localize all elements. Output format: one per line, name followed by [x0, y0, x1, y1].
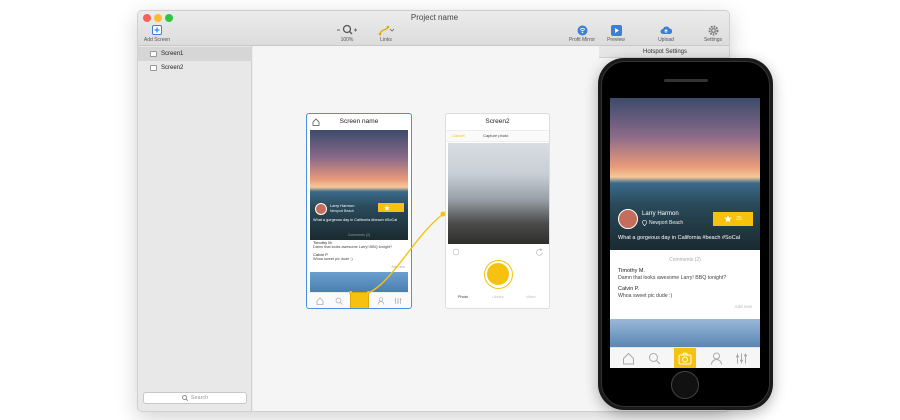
upload-label: Upload — [658, 37, 674, 43]
title-bar: Project name Add Screen 100% Links Profi… — [138, 11, 729, 46]
window-title: Project name — [410, 13, 459, 22]
upload-icon — [660, 26, 672, 34]
phone-next-photo — [610, 319, 760, 347]
screen-thumbnail-icon — [150, 51, 157, 57]
phone-comment-text: Damn that looks awesome Larry! BBQ tonig… — [618, 275, 727, 281]
screen2-artboard[interactable]: Screen2 Cancel Capture photo Photo Libra… — [445, 113, 550, 309]
tab-video[interactable]: Video — [526, 295, 536, 299]
phone-caption: What a gorgeous day in California #beach… — [618, 235, 740, 241]
hotspot-settings-header: Hotspot Settings — [599, 46, 729, 58]
screen1-title: Screen name — [339, 118, 379, 125]
preview-label: Preview — [607, 37, 625, 43]
preview-button[interactable]: Preview — [604, 24, 628, 43]
profit-mirror-label: Profit Mirror — [568, 37, 596, 43]
gear-icon — [708, 25, 718, 35]
capture-title: Capture photo — [483, 133, 509, 138]
settings-label: Settings — [703, 37, 723, 43]
speaker-grille — [664, 79, 708, 82]
zoom-control[interactable]: 100% — [334, 24, 360, 43]
link-connector[interactable] — [300, 200, 460, 310]
add-screen-icon — [152, 25, 162, 35]
phone-add-new-link[interactable]: Add new — [734, 304, 752, 309]
phone-comments-header: Comments (2) — [669, 257, 701, 263]
camera-tab[interactable] — [674, 348, 696, 368]
zoom-icon — [337, 24, 357, 35]
camera-icon — [678, 352, 692, 365]
rotate-icon[interactable] — [535, 248, 544, 257]
profit-mirror-button[interactable]: Profit Mirror — [565, 24, 599, 43]
add-screen-button[interactable]: Add Screen — [142, 24, 172, 43]
phone-screen: Larry Harmon Newport Beach 25 What a gor… — [610, 98, 760, 368]
sidebar-item-label: Screen1 — [161, 51, 184, 57]
home-button[interactable] — [671, 371, 699, 399]
phone-comment-text: Whoa sweet pic dude :) — [618, 293, 673, 299]
links-label: Links — [380, 37, 392, 43]
tab-photo[interactable]: Photo — [458, 295, 468, 299]
filters-tab-icon[interactable] — [735, 352, 748, 365]
search-placeholder: Search — [190, 395, 209, 401]
play-icon — [610, 24, 622, 36]
shutter-button[interactable] — [484, 260, 513, 289]
zoom-label: 100% — [340, 37, 354, 43]
phone-user-name: Larry Harmon — [642, 211, 679, 217]
favorite-count: 25 — [736, 216, 742, 222]
phone-favorite-button[interactable]: 25 — [713, 212, 753, 226]
search-tab-icon[interactable] — [648, 352, 661, 365]
mountain-photo — [448, 143, 549, 244]
flash-icon[interactable] — [452, 248, 460, 256]
screen-thumbnail-icon — [150, 65, 157, 71]
mirror-icon — [577, 25, 587, 35]
home-tab-icon[interactable] — [622, 352, 635, 365]
screen2-title: Screen2 — [485, 118, 510, 125]
phone-comment-author: Calvin P. — [618, 286, 640, 292]
settings-button[interactable]: Settings — [700, 24, 726, 43]
upload-button[interactable]: Upload — [654, 24, 678, 43]
add-screen-label: Add Screen — [143, 37, 171, 43]
sidebar-item-screen1[interactable]: Screen1 — [138, 47, 252, 61]
phone-avatar — [618, 209, 638, 229]
links-button[interactable]: Links — [374, 24, 398, 43]
screens-sidebar: Screen1 Screen2 Search — [138, 46, 252, 411]
tab-library[interactable]: Library — [492, 295, 504, 299]
phone-comment-author: Timothy M. — [618, 268, 645, 274]
star-icon — [724, 215, 732, 223]
search-icon — [181, 395, 188, 401]
phone-location: Newport Beach — [642, 220, 683, 226]
phone-tab-bar — [610, 347, 760, 368]
location-pin-icon — [642, 220, 647, 226]
search-input[interactable]: Search — [143, 392, 247, 404]
cancel-button[interactable]: Cancel — [452, 133, 464, 138]
sidebar-item-label: Screen2 — [161, 65, 184, 71]
links-icon — [378, 25, 394, 36]
profile-tab-icon[interactable] — [710, 352, 723, 365]
sidebar-item-screen2[interactable]: Screen2 — [138, 61, 252, 75]
